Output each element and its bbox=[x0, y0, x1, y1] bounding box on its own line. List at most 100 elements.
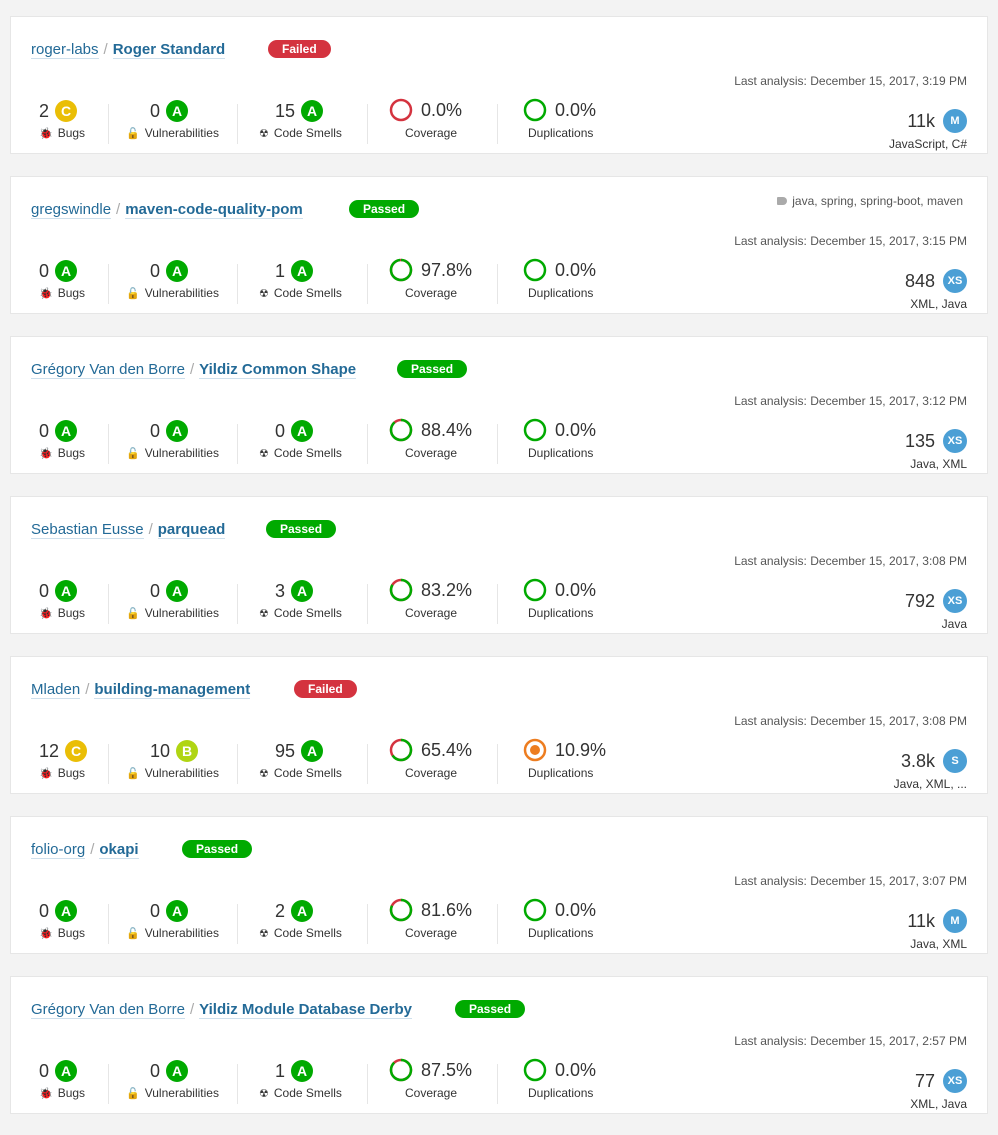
bugs-count[interactable]: 2 bbox=[39, 101, 49, 122]
project-card: Grégory Van den Borre / Yildiz Common Shap… bbox=[10, 336, 988, 474]
project-card: Grégory Van den Borre / Yildiz Module Data… bbox=[10, 976, 988, 1114]
code-smells-label: Code Smells bbox=[273, 126, 342, 140]
project-link[interactable]: building-management bbox=[94, 681, 251, 699]
bugs-rating-badge[interactable]: C bbox=[55, 100, 78, 122]
vulnerabilities-count[interactable]: 0 bbox=[150, 581, 160, 602]
project-link[interactable]: Yildiz Common Shape bbox=[199, 361, 357, 379]
duplications-value[interactable]: 0.0% bbox=[555, 100, 596, 121]
vulnerabilities-count[interactable]: 0 bbox=[150, 421, 160, 442]
bugs-rating-badge[interactable]: A bbox=[55, 420, 78, 442]
lines-of-code-count[interactable]: 77 bbox=[915, 1071, 935, 1092]
lines-of-code-count[interactable]: 11k bbox=[907, 111, 935, 132]
breadcrumb-separator: / bbox=[116, 201, 121, 218]
last-analysis: Last analysis: December 15, 2017, 2:57 P… bbox=[734, 1034, 967, 1048]
coverage-value[interactable]: 87.5% bbox=[421, 1060, 472, 1081]
coverage-label: Coverage bbox=[405, 926, 458, 940]
project-tags[interactable]: java, spring, spring-boot, maven bbox=[777, 194, 963, 208]
duplications-metric: 0.0% Duplications bbox=[511, 898, 641, 950]
code-smells-metric: 1 A ☢ Code Smells bbox=[251, 1060, 371, 1110]
bugs-count[interactable]: 0 bbox=[39, 901, 49, 922]
organization-link[interactable]: folio-org bbox=[31, 841, 86, 859]
bugs-count[interactable]: 0 bbox=[39, 261, 49, 282]
bug-icon: 🐞 bbox=[39, 448, 53, 460]
vulnerabilities-count[interactable]: 0 bbox=[150, 101, 160, 122]
breadcrumb-separator: / bbox=[189, 361, 195, 378]
duplications-value[interactable]: 0.0% bbox=[555, 900, 596, 921]
bugs-count[interactable]: 12 bbox=[39, 741, 59, 762]
coverage-ring-icon bbox=[389, 1058, 413, 1082]
code-smells-metric: 95 A ☢ Code Smells bbox=[251, 740, 371, 790]
divider bbox=[367, 104, 368, 144]
vulnerabilities-count[interactable]: 10 bbox=[150, 741, 170, 762]
code-smell-icon: ☢ bbox=[259, 1088, 269, 1100]
project-link[interactable]: okapi bbox=[99, 841, 139, 859]
divider bbox=[108, 904, 109, 944]
coverage-value[interactable]: 81.6% bbox=[421, 900, 472, 921]
duplications-value[interactable]: 0.0% bbox=[555, 1060, 596, 1081]
coverage-value[interactable]: 65.4% bbox=[421, 740, 472, 761]
organization-link[interactable]: Mladen bbox=[31, 681, 81, 699]
vulnerabilities-rating-badge[interactable]: A bbox=[166, 420, 189, 442]
duplications-value[interactable]: 0.0% bbox=[555, 580, 596, 601]
coverage-label: Coverage bbox=[405, 1086, 458, 1100]
lines-of-code-count[interactable]: 135 bbox=[905, 431, 935, 452]
organization-link[interactable]: gregswindle bbox=[31, 201, 112, 219]
bugs-rating-badge[interactable]: A bbox=[55, 1060, 78, 1082]
bugs-label: Bugs bbox=[57, 926, 86, 940]
vulnerabilities-count[interactable]: 0 bbox=[150, 1061, 160, 1082]
vulnerabilities-rating-badge[interactable]: A bbox=[166, 580, 189, 602]
code-smells-rating-badge[interactable]: A bbox=[301, 100, 324, 122]
code-smells-count[interactable]: 1 bbox=[275, 1061, 285, 1082]
vulnerabilities-rating-badge[interactable]: A bbox=[166, 1060, 189, 1082]
lines-of-code-count[interactable]: 11k bbox=[907, 911, 935, 932]
bugs-rating-badge[interactable]: A bbox=[55, 260, 78, 282]
bugs-count[interactable]: 0 bbox=[39, 581, 49, 602]
project-link[interactable]: Roger Standard bbox=[112, 41, 226, 59]
organization-link[interactable]: roger-labs bbox=[31, 41, 99, 59]
coverage-value[interactable]: 88.4% bbox=[421, 420, 472, 441]
coverage-metric: 87.5% Coverage bbox=[381, 1058, 501, 1110]
bugs-rating-badge[interactable]: C bbox=[65, 740, 88, 762]
code-smells-count[interactable]: 15 bbox=[275, 101, 295, 122]
coverage-value[interactable]: 83.2% bbox=[421, 580, 472, 601]
duplications-value[interactable]: 0.0% bbox=[555, 420, 596, 441]
lines-of-code-count[interactable]: 848 bbox=[905, 271, 935, 292]
code-smells-count[interactable]: 2 bbox=[275, 901, 285, 922]
duplications-value[interactable]: 10.9% bbox=[555, 740, 606, 761]
organization-link[interactable]: Grégory Van den Borre bbox=[31, 361, 185, 379]
coverage-value[interactable]: 0.0% bbox=[421, 100, 462, 121]
code-smells-rating-badge[interactable]: A bbox=[291, 580, 314, 602]
quality-gate-badge: Passed bbox=[266, 520, 337, 538]
code-smells-count[interactable]: 0 bbox=[275, 421, 285, 442]
organization-link[interactable]: Grégory Van den Borre bbox=[31, 1001, 185, 1019]
vulnerabilities-rating-badge[interactable]: B bbox=[176, 740, 199, 762]
bugs-rating-badge[interactable]: A bbox=[55, 900, 78, 922]
code-smells-rating-badge[interactable]: A bbox=[301, 740, 324, 762]
code-smells-count[interactable]: 1 bbox=[275, 261, 285, 282]
project-link[interactable]: maven-code-quality-pom bbox=[125, 201, 303, 219]
vulnerabilities-rating-badge[interactable]: A bbox=[166, 260, 189, 282]
project-link[interactable]: parquead bbox=[157, 521, 226, 539]
project-link[interactable]: Yildiz Module Database Derby bbox=[199, 1001, 412, 1019]
code-smells-rating-badge[interactable]: A bbox=[291, 260, 314, 282]
duplications-icon bbox=[523, 898, 547, 922]
vulnerabilities-count[interactable]: 0 bbox=[150, 901, 160, 922]
code-smells-rating-badge[interactable]: A bbox=[291, 900, 314, 922]
lines-of-code-count[interactable]: 792 bbox=[905, 591, 935, 612]
code-smells-count[interactable]: 95 bbox=[275, 741, 295, 762]
duplications-value[interactable]: 0.0% bbox=[555, 260, 596, 281]
bugs-count[interactable]: 0 bbox=[39, 1061, 49, 1082]
code-smells-rating-badge[interactable]: A bbox=[291, 1060, 314, 1082]
bugs-count[interactable]: 0 bbox=[39, 421, 49, 442]
vulnerabilities-label: Vulnerabilities bbox=[144, 1086, 219, 1100]
code-smells-rating-badge[interactable]: A bbox=[291, 420, 314, 442]
quality-gate-badge: Failed bbox=[294, 680, 357, 698]
vulnerabilities-count[interactable]: 0 bbox=[150, 261, 160, 282]
vulnerabilities-rating-badge[interactable]: A bbox=[166, 100, 189, 122]
bugs-rating-badge[interactable]: A bbox=[55, 580, 78, 602]
lines-of-code-count[interactable]: 3.8k bbox=[901, 751, 935, 772]
organization-link[interactable]: Sebastian Eusse bbox=[31, 521, 144, 539]
vulnerabilities-rating-badge[interactable]: A bbox=[166, 900, 189, 922]
coverage-value[interactable]: 97.8% bbox=[421, 260, 472, 281]
code-smells-count[interactable]: 3 bbox=[275, 581, 285, 602]
